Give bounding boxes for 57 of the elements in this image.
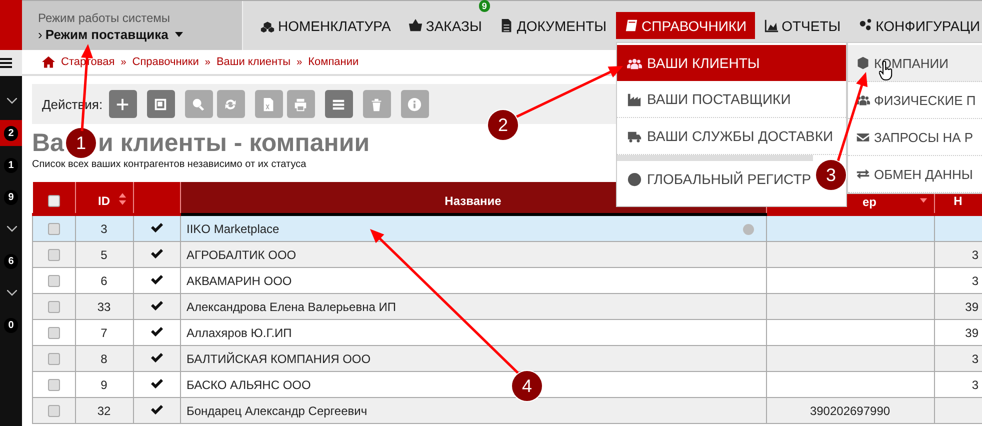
table-cell: 33 (75, 294, 133, 320)
nav-tab[interactable]: ДОКУМЕНТЫ (490, 12, 615, 39)
column-header[interactable]: ID (75, 182, 133, 214)
table-cell: Бондарец Александр Сергеевич (186, 404, 368, 418)
table-cell: Александрова Елена Валерьевна ИП (186, 300, 396, 314)
mode-label: Режим работы системы (38, 11, 172, 25)
table-cell: 3 (972, 274, 978, 288)
breadcrumb-link[interactable]: Справочники (132, 56, 199, 68)
nav-tab[interactable]: ОТЧЕТЫ (756, 12, 849, 39)
step-marker: 1 (66, 128, 96, 158)
menu-item[interactable]: ВАШИ ПОСТАВЩИКИ (617, 81, 846, 118)
page-title: и клиенты - компании (98, 128, 370, 158)
mode-panel[interactable]: Режим работы системы › Режим поставщика (22, 1, 243, 50)
menu-item[interactable]: ВАШИ СЛУЖБЫ ДОСТАВКИ (617, 118, 846, 155)
table-cell: 39 (965, 300, 978, 314)
table-cell: 8 (75, 346, 133, 372)
breadcrumb-link[interactable]: Компании (308, 56, 359, 68)
count-badge: 9 (478, 0, 490, 12)
table-cell: 9 (75, 372, 133, 398)
table-cell: 3 (75, 214, 133, 242)
table-cell: БАСКО АЛЬЯНС ООО (186, 378, 311, 392)
nav-tab[interactable]: НОМЕНКЛАТУРА (252, 12, 399, 39)
page-title: Ва (32, 128, 64, 158)
count-badge: 6 (4, 254, 18, 268)
menu-item[interactable]: ВАШИ КЛИЕНТЫ (617, 45, 846, 81)
menu-item[interactable]: ГЛОБАЛЬНЫЙ РЕГИСТР (617, 155, 814, 197)
table-cell: 39 (965, 326, 978, 340)
mode-value: Режим поставщика (45, 27, 168, 42)
table-cell: 7 (75, 320, 133, 346)
count-badge: 2 (4, 126, 18, 140)
nav-tab[interactable]: ЗАКАЗЫ (400, 12, 490, 39)
page-subtitle: Список всех ваших контрагентов независимо от их статуса (32, 158, 306, 171)
table-cell: 32 (75, 398, 133, 424)
breadcrumb-link[interactable]: Ваши клиенты (216, 56, 291, 68)
breadcrumb-separator: » (204, 56, 210, 68)
step-marker: 2 (488, 110, 518, 140)
nav-tab[interactable]: СПРАВОЧНИКИ (616, 12, 755, 39)
count-badge: 9 (4, 190, 18, 204)
table-cell: 3 (972, 248, 978, 262)
table-cell: АКВАМАРИН ООО (186, 274, 292, 288)
table-cell: IIKO Marketplace (186, 222, 280, 236)
prefix-icon: › (38, 27, 42, 42)
table-cell: АГРОБАЛТИК ООО (186, 248, 296, 262)
count-badge: 1 (4, 158, 18, 172)
menu-item[interactable]: КОМПАНИИ (848, 45, 982, 82)
nav-tab[interactable]: КОНФИГУРАЦИ (850, 12, 982, 39)
table-cell: БАЛТИЙСКАЯ КОМПАНИЯ ООО (186, 352, 371, 366)
table-cell: 390202697990 (810, 404, 890, 418)
breadcrumb-separator: » (120, 56, 126, 68)
breadcrumb-separator: » (296, 56, 302, 68)
table-cell: 3 (972, 378, 978, 392)
table-cell: 3 (972, 352, 978, 366)
table-cell: 5 (75, 242, 133, 268)
table-cell: Аллахяров Ю.Г.ИП (186, 326, 292, 340)
menu-item[interactable]: ЗАПРОСЫ НА Р (848, 119, 982, 156)
count-badge: 0 (4, 318, 18, 332)
table-cell: 6 (75, 268, 133, 294)
